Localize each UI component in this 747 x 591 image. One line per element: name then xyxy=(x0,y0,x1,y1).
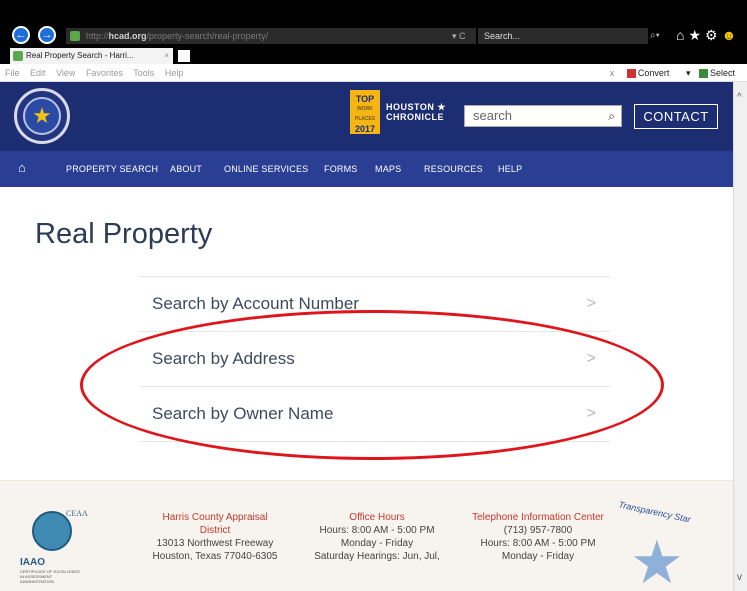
org-address2: Houston, Texas 77040-6305 xyxy=(152,551,278,562)
new-tab-button[interactable] xyxy=(178,50,190,62)
phone-days: Monday - Friday xyxy=(501,551,575,562)
nav-about[interactable]: ABOUT xyxy=(170,151,202,187)
browser-menu-bar: File Edit View Favorites Tools Help x Co… xyxy=(0,64,747,82)
feedback-smiley-icon[interactable]: ☻ xyxy=(722,27,741,43)
hours-line3: Saturday Hearings: Jun, Jul, xyxy=(314,551,440,562)
phone-hours: Hours: 8:00 AM - 5:00 PM xyxy=(480,538,596,549)
footer-office-hours: Office Hours Hours: 8:00 AM - 5:00 PM Mo… xyxy=(302,511,452,563)
select-pdf-icon xyxy=(698,69,708,79)
chronicle-line1: HOUSTON ★ xyxy=(386,102,446,112)
site-search-placeholder: search xyxy=(473,108,513,123)
favorites-star-icon[interactable]: ★ xyxy=(688,27,705,43)
phone-number: (713) 957-7800 xyxy=(503,525,573,536)
convert-pdf-icon xyxy=(626,69,636,79)
tab-favicon-icon xyxy=(13,51,23,61)
nav-help[interactable]: HELP xyxy=(498,151,522,187)
badge-top-text: TOP xyxy=(355,94,375,104)
transparency-text: Transparency Star xyxy=(617,499,692,525)
star-icon: ★ xyxy=(23,97,61,135)
chevron-right-icon: > xyxy=(586,295,596,312)
site-footer: CEAA IAAO CERTIFICATE OF EXCELLENCE IN A… xyxy=(0,480,733,591)
convert-dropdown-icon[interactable]: ▾ xyxy=(686,68,691,78)
nav-resources[interactable]: RESOURCES xyxy=(424,151,483,187)
tab-title: Real Property Search - Harri... xyxy=(26,51,134,60)
site-search-input[interactable]: search ⌕ xyxy=(464,105,622,127)
chronicle-line2: CHRONICLE xyxy=(386,112,444,122)
site-header: ★ TOP WORK PLACES 2017 HOUSTON ★ CHRONIC… xyxy=(0,82,733,151)
browser-tab[interactable]: Real Property Search - Harri... × xyxy=(10,48,173,64)
certificate-text: CERTIFICATE OF EXCELLENCE IN ASSESSMENT … xyxy=(20,569,81,584)
menu-favorites[interactable]: Favorites xyxy=(86,68,123,78)
hours-heading: Office Hours xyxy=(349,512,405,523)
address-bar[interactable]: http://hcad.org/property-search/real-pro… xyxy=(66,28,476,44)
browser-search-icon[interactable]: ⌕▾ xyxy=(650,28,660,44)
convert-button[interactable]: Convert xyxy=(638,68,670,78)
top-workplaces-badge: TOP WORK PLACES 2017 xyxy=(350,90,380,134)
org-name-line1: Harris County Appraisal xyxy=(162,512,268,523)
select-button[interactable]: Select xyxy=(710,68,735,78)
browser-chrome: ← → http://hcad.org/property-search/real… xyxy=(0,0,747,46)
toolbar-close-icon[interactable]: x xyxy=(610,68,615,78)
site-favicon-icon xyxy=(70,31,80,41)
nav-maps[interactable]: MAPS xyxy=(375,151,401,187)
menu-view[interactable]: View xyxy=(56,68,75,78)
footer-telephone-info: Telephone Information Center (713) 957-7… xyxy=(458,511,618,563)
settings-gear-icon[interactable]: ⚙ xyxy=(705,27,722,43)
browser-search-input[interactable]: Search... xyxy=(478,28,648,44)
ceaa-iaao-logo: CEAA IAAO CERTIFICATE OF EXCELLENCE IN A… xyxy=(18,509,88,584)
back-button[interactable]: ← xyxy=(12,26,30,44)
hours-line2: Monday - Friday xyxy=(340,538,414,549)
page-scrollbar[interactable]: ^ v xyxy=(733,82,747,591)
annotation-ellipse xyxy=(80,310,664,460)
contact-button[interactable]: CONTACT xyxy=(634,104,718,129)
org-address1: 13013 Northwest Freeway xyxy=(156,538,274,549)
houston-chronicle-logo: HOUSTON ★ CHRONICLE xyxy=(386,102,456,122)
transparency-star-badge: Transparency Star ★ xyxy=(610,499,710,591)
tab-strip: Real Property Search - Harri... × xyxy=(0,46,747,64)
ceaa-text: CEAA xyxy=(66,509,88,518)
menu-file[interactable]: File xyxy=(5,68,20,78)
scroll-down-icon[interactable]: v xyxy=(737,572,742,583)
nav-forms[interactable]: FORMS xyxy=(324,151,358,187)
menu-help[interactable]: Help xyxy=(165,68,184,78)
url-host: hcad.org xyxy=(108,31,147,41)
nav-property-search[interactable]: PROPERTY SEARCH xyxy=(66,151,158,187)
iaao-text: IAAO xyxy=(20,557,45,568)
nav-online-services[interactable]: ONLINE SERVICES xyxy=(224,151,308,187)
main-navigation: ⌂ PROPERTY SEARCH ABOUT ONLINE SERVICES … xyxy=(0,151,733,187)
url-prefix: http:// xyxy=(86,31,109,41)
pdf-toolbar: x Convert ▾ Select xyxy=(610,64,743,82)
page-viewport: ★ TOP WORK PLACES 2017 HOUSTON ★ CHRONIC… xyxy=(0,82,733,591)
refresh-icon[interactable]: ▾ C xyxy=(452,28,466,44)
url-path: /property-search/real-property/ xyxy=(146,31,269,41)
menu-tools[interactable]: Tools xyxy=(133,68,154,78)
tab-close-icon[interactable]: × xyxy=(164,48,169,64)
home-icon[interactable]: ⌂ xyxy=(18,161,32,175)
badge-year-text: 2017 xyxy=(354,124,376,134)
footer-org-info: Harris County Appraisal District 13013 N… xyxy=(140,511,290,563)
browser-toolbar-icons: ⌂★⚙☻ xyxy=(676,26,740,44)
org-name-line2: District xyxy=(199,525,231,536)
arrow-right-icon: → xyxy=(41,29,53,41)
badge-mid-text: WORK PLACES xyxy=(354,106,376,122)
star-icon: ★ xyxy=(630,529,684,591)
home-icon[interactable]: ⌂ xyxy=(676,27,688,43)
arrow-left-icon: ← xyxy=(15,29,27,41)
forward-button[interactable]: → xyxy=(38,26,56,44)
menu-edit[interactable]: Edit xyxy=(30,68,46,78)
hcad-seal-logo[interactable]: ★ xyxy=(14,88,70,144)
phone-heading: Telephone Information Center xyxy=(472,512,604,523)
scroll-up-icon[interactable]: ^ xyxy=(737,92,742,103)
page-title: Real Property xyxy=(35,218,213,250)
hours-line1: Hours: 8:00 AM - 5:00 PM xyxy=(319,525,435,536)
search-icon[interactable]: ⌕ xyxy=(608,106,615,126)
